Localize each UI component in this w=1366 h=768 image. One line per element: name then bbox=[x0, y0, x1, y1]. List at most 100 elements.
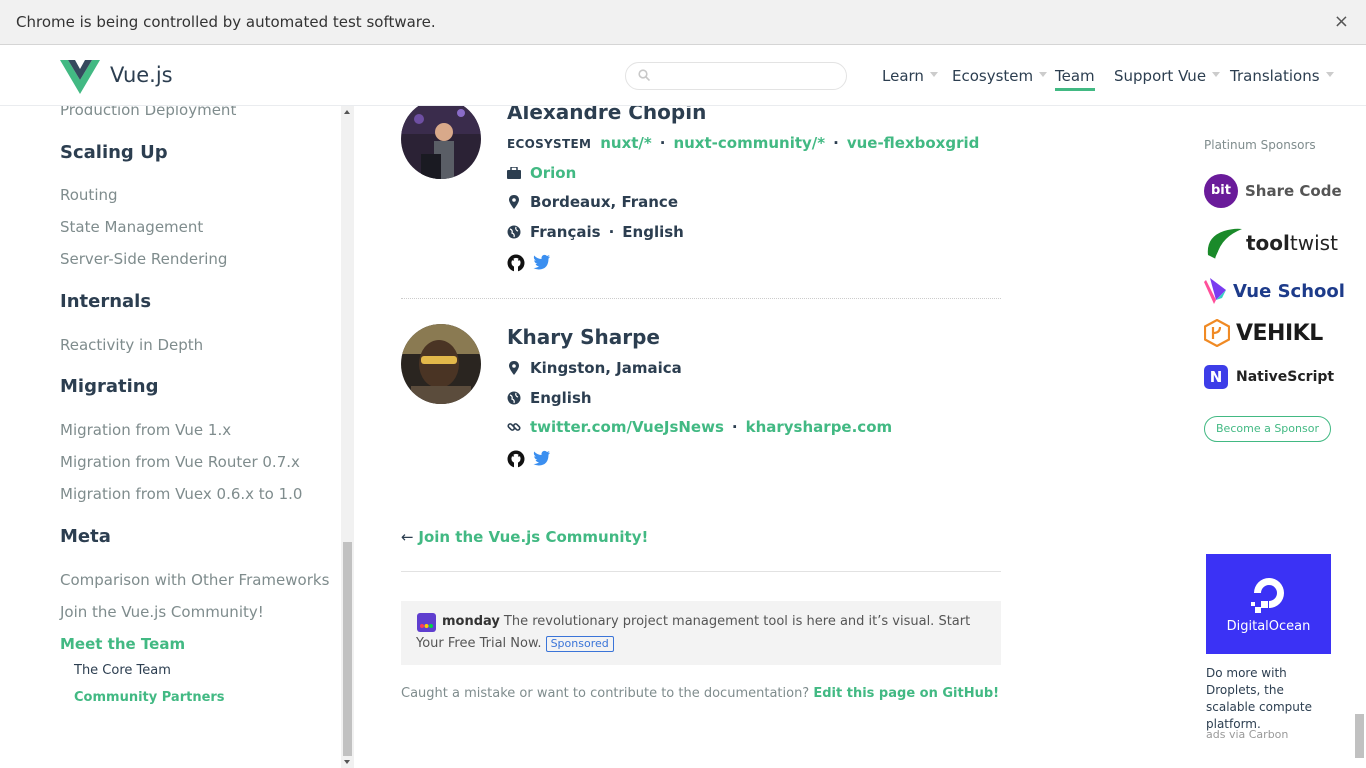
sponsor-bit[interactable]: bit Share Code bbox=[1204, 174, 1342, 208]
ecosystem-link[interactable]: nuxt/* bbox=[600, 134, 652, 152]
nav-team[interactable]: Team bbox=[1055, 67, 1095, 91]
chevron-down-icon bbox=[929, 72, 938, 77]
member-link[interactable]: twitter.com/VueJsNews bbox=[530, 418, 724, 436]
chevron-down-icon bbox=[1212, 72, 1221, 77]
scroll-down-icon[interactable] bbox=[344, 760, 350, 764]
language: Français bbox=[530, 223, 601, 241]
sponsored-ad[interactable]: monday The revolutionary project manageme… bbox=[401, 601, 1001, 665]
nativescript-logo-icon: N bbox=[1204, 365, 1228, 389]
nav-support-vue[interactable]: Support Vue bbox=[1114, 67, 1221, 85]
infobar-message: Chrome is being controlled by automated … bbox=[16, 13, 436, 31]
sidebar-subitem-community-partners[interactable]: Community Partners bbox=[74, 690, 225, 705]
sidebar-heading-scaling-up: Scaling Up bbox=[60, 142, 168, 163]
member-languages-row: Français · English bbox=[507, 223, 684, 241]
join-community-link[interactable]: Join the Vue.js Community! bbox=[418, 528, 648, 546]
sidebar-item-production-deployment[interactable]: Production Deployment bbox=[60, 106, 236, 119]
digitalocean-ad[interactable]: DigitalOcean bbox=[1206, 554, 1331, 654]
sponsor-tooltwist[interactable]: tool twist bbox=[1204, 225, 1338, 261]
sidebar-heading-migrating: Migrating bbox=[60, 376, 159, 397]
sidebar-subitem-core-team[interactable]: The Core Team bbox=[74, 663, 171, 678]
member-location-row: Bordeaux, France bbox=[507, 193, 678, 211]
work-link[interactable]: Orion bbox=[530, 164, 576, 182]
sponsor-vue-school[interactable]: Vue School bbox=[1204, 278, 1345, 304]
vue-logo-icon[interactable] bbox=[60, 60, 100, 94]
sidebar-scroll-thumb[interactable] bbox=[343, 542, 352, 756]
page-scroll-thumb[interactable] bbox=[1355, 714, 1364, 758]
sidebar-item-reactivity[interactable]: Reactivity in Depth bbox=[60, 336, 203, 354]
member-languages-row: English bbox=[507, 389, 592, 407]
sponsor-vehikl[interactable]: VEHIKL bbox=[1204, 319, 1323, 347]
scroll-up-icon[interactable] bbox=[344, 110, 350, 114]
sidebar-heading-meta: Meta bbox=[60, 526, 111, 547]
sidebar-heading-internals: Internals bbox=[60, 291, 152, 312]
ecosystem-link[interactable]: vue-flexboxgrid bbox=[847, 134, 980, 152]
ecosystem-label: ECOSYSTEM bbox=[507, 137, 592, 151]
link-icon bbox=[507, 423, 521, 431]
search-icon bbox=[638, 69, 650, 81]
nav-ecosystem[interactable]: Ecosystem bbox=[952, 67, 1048, 85]
digitalocean-logo-icon bbox=[1251, 578, 1284, 613]
nav-learn-label: Learn bbox=[882, 67, 924, 85]
member-ecosystem-row: ECOSYSTEM nuxt/* · nuxt-community/* · vue-fle… bbox=[507, 134, 979, 152]
github-icon[interactable] bbox=[507, 450, 525, 468]
nav-learn[interactable]: Learn bbox=[882, 67, 938, 85]
separator: · bbox=[659, 134, 666, 152]
sidebar-item-meet-the-team[interactable]: Meet the Team bbox=[60, 635, 185, 653]
sidebar-item-migration-vuex[interactable]: Migration from Vuex 0.6.x to 1.0 bbox=[60, 485, 302, 503]
chevron-down-icon bbox=[1325, 72, 1334, 77]
platinum-sponsors-title: Platinum Sponsors bbox=[1204, 138, 1316, 152]
member-social-row bbox=[507, 254, 551, 272]
twitter-icon[interactable] bbox=[533, 254, 551, 270]
member-location-row: Kingston, Jamaica bbox=[507, 359, 682, 377]
site-header: Vue.js Learn Ecosystem Team Support Vue … bbox=[0, 46, 1366, 106]
sponsor-name: Share Code bbox=[1245, 182, 1342, 200]
separator: · bbox=[608, 223, 615, 241]
member-work-row: Orion bbox=[507, 164, 576, 182]
edit-on-github-link[interactable]: Edit this page on GitHub! bbox=[813, 686, 999, 701]
location-text: Bordeaux, France bbox=[530, 193, 678, 211]
sponsor-name: NativeScript bbox=[1236, 369, 1335, 385]
nav-translations[interactable]: Translations bbox=[1230, 67, 1334, 85]
github-icon[interactable] bbox=[507, 254, 525, 272]
globe-icon bbox=[507, 225, 521, 239]
globe-icon bbox=[507, 391, 521, 405]
nav-translations-label: Translations bbox=[1230, 67, 1320, 85]
sidebar-item-migration-router[interactable]: Migration from Vue Router 0.7.x bbox=[60, 453, 300, 471]
become-sponsor-button[interactable]: Become a Sponsor bbox=[1204, 416, 1331, 442]
separator: · bbox=[833, 134, 839, 152]
ads-via-carbon[interactable]: ads via Carbon bbox=[1206, 728, 1288, 741]
digitalocean-label: DigitalOcean bbox=[1226, 619, 1311, 634]
sidebar-item-migration-vue1[interactable]: Migration from Vue 1.x bbox=[60, 421, 231, 439]
sponsor-nativescript[interactable]: N NativeScript bbox=[1204, 365, 1334, 389]
ecosystem-link[interactable]: nuxt-community/* bbox=[673, 134, 825, 152]
avatar-alexandre-chopin bbox=[401, 99, 481, 179]
sidebar-item-state-management[interactable]: State Management bbox=[60, 218, 203, 236]
avatar-khary-sharpe bbox=[401, 324, 481, 404]
search-input[interactable] bbox=[656, 66, 840, 88]
sidebar-item-comparison[interactable]: Comparison with Other Frameworks bbox=[60, 571, 329, 589]
brand-name[interactable]: Vue.js bbox=[110, 63, 173, 87]
separator: · bbox=[731, 418, 738, 436]
nav-team-label: Team bbox=[1055, 67, 1095, 85]
automation-infobar: Chrome is being controlled by automated … bbox=[0, 0, 1366, 45]
sidebar-item-join-community[interactable]: Join the Vue.js Community! bbox=[60, 603, 264, 621]
search-box[interactable] bbox=[625, 62, 847, 90]
vehikl-logo-icon bbox=[1204, 319, 1230, 347]
twitter-icon[interactable] bbox=[533, 450, 551, 466]
language: English bbox=[622, 223, 684, 241]
sidebar-item-ssr[interactable]: Server-Side Rendering bbox=[60, 250, 227, 268]
page-scrollbar[interactable] bbox=[1353, 106, 1366, 768]
close-icon[interactable]: × bbox=[1334, 11, 1349, 32]
prev-page-link[interactable]: ← Join the Vue.js Community! bbox=[401, 528, 648, 546]
vue-school-logo-icon bbox=[1204, 278, 1226, 304]
bit-logo-icon: bit bbox=[1204, 174, 1238, 208]
nav-ecosystem-label: Ecosystem bbox=[952, 67, 1034, 85]
map-pin-icon bbox=[509, 195, 519, 209]
sponsor-name: VEHIKL bbox=[1236, 320, 1323, 346]
carbon-ad-text[interactable]: Do more with Droplets, the scalable comp… bbox=[1206, 665, 1336, 733]
sidebar-scrollbar[interactable] bbox=[341, 106, 354, 768]
chevron-down-icon bbox=[1039, 72, 1048, 77]
member-link[interactable]: kharysharpe.com bbox=[746, 418, 893, 436]
briefcase-icon bbox=[507, 167, 521, 179]
sidebar-item-routing[interactable]: Routing bbox=[60, 186, 118, 204]
